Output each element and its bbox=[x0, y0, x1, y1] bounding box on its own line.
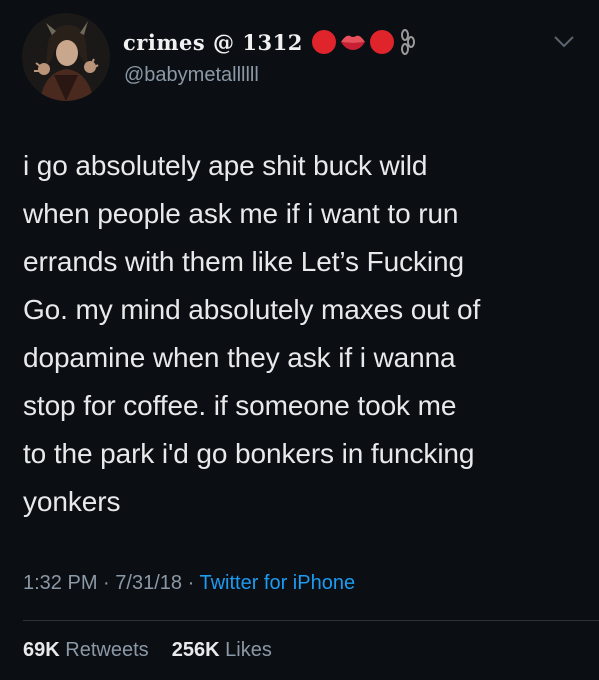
tweet-text-line: dopamine when they ask if i wanna bbox=[23, 342, 456, 373]
tweet-text-line: when people ask me if i want to run bbox=[23, 198, 459, 229]
retweets-label: Retweets bbox=[65, 639, 149, 661]
display-name-row[interactable]: crimes @ 1312 bbox=[123, 27, 416, 57]
likes-label: Likes bbox=[225, 639, 272, 661]
meta-separator: · bbox=[187, 572, 195, 594]
chain-link-icon bbox=[400, 29, 416, 55]
retweets-stat[interactable]: 69K Retweets bbox=[23, 639, 154, 661]
retweets-count: 69K bbox=[23, 639, 60, 661]
lips-icon bbox=[340, 33, 366, 51]
tweet-source-link[interactable]: Twitter for iPhone bbox=[199, 572, 355, 594]
divider bbox=[23, 620, 599, 621]
tweet-text-line: stop for coffee. if someone took me bbox=[23, 390, 457, 421]
tweet-card: crimes @ 1312 @babymetallllll i go absol… bbox=[0, 0, 599, 680]
display-name[interactable]: crimes @ 1312 bbox=[123, 30, 303, 55]
tweet-text-line: i go absolutely ape shit buck wild bbox=[23, 150, 428, 181]
likes-stat[interactable]: 256K Likes bbox=[172, 639, 272, 661]
tweet-meta: 1:32 PM · 7/31/18 · Twitter for iPhone bbox=[23, 572, 355, 595]
tweet-text: i go absolutely ape shit buck wild when … bbox=[23, 142, 583, 526]
avatar-image bbox=[22, 13, 110, 101]
tweet-text-line: yonkers bbox=[23, 486, 121, 517]
tweet-stats: 69K Retweets 256K Likes bbox=[23, 639, 272, 662]
tweet-text-line: Go. my mind absolutely maxes out of bbox=[23, 294, 481, 325]
tweet-date[interactable]: 7/31/18 bbox=[115, 572, 182, 594]
chevron-down-icon[interactable] bbox=[553, 34, 575, 50]
tweet-time[interactable]: 1:32 PM bbox=[23, 572, 97, 594]
red-circle-icon bbox=[311, 29, 337, 55]
likes-count: 256K bbox=[171, 639, 220, 661]
meta-separator: · bbox=[103, 572, 110, 594]
avatar[interactable] bbox=[22, 13, 110, 101]
tweet-text-line: errands with them like Let’s Fucking bbox=[23, 246, 464, 277]
user-handle[interactable]: @babymetallllll bbox=[124, 64, 259, 87]
tweet-text-line: to the park i'd go bonkers in funcking bbox=[23, 438, 475, 469]
red-circle-icon bbox=[369, 29, 395, 55]
